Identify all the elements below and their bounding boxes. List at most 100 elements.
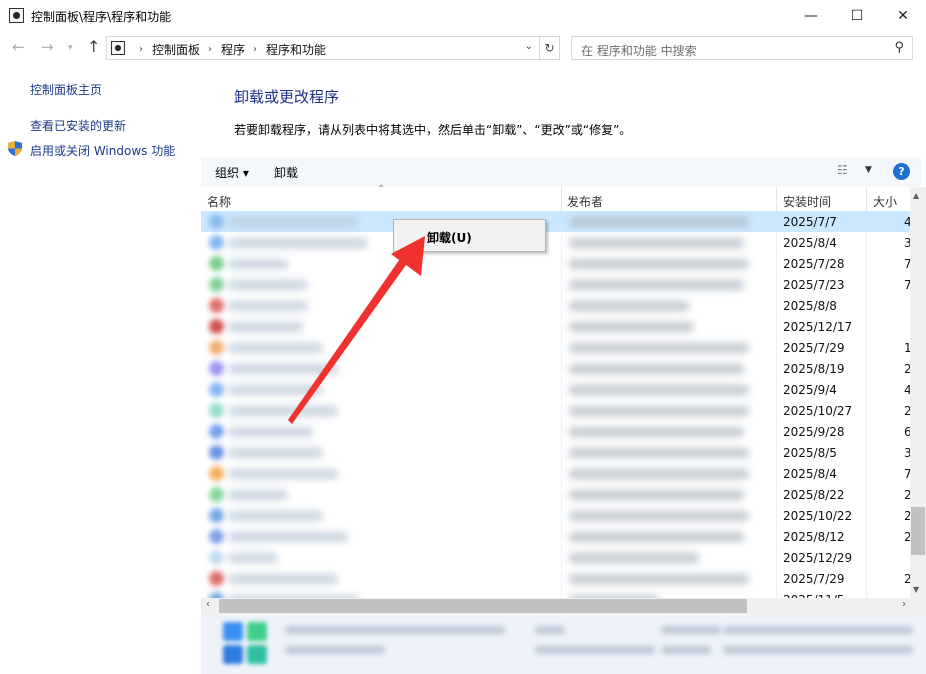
blurred-program-name (228, 238, 368, 248)
program-icon (209, 382, 224, 397)
windows-features-link[interactable]: 启用或关闭 Windows 功能 (30, 142, 175, 159)
scroll-up-icon[interactable]: ▲ (913, 191, 919, 200)
search-icon[interactable]: ⚲ (894, 40, 904, 55)
chevron-down-icon[interactable]: ⌄ (525, 41, 533, 52)
blurred-program-name (228, 280, 308, 290)
blurred-publisher (569, 301, 689, 311)
blurred-program-name (228, 343, 323, 353)
column-header-publisher[interactable]: 发布者 (567, 193, 603, 210)
blurred-publisher (569, 469, 749, 479)
table-row[interactable]: 2025/10/22 2 (201, 505, 910, 526)
table-row[interactable]: 2025/8/5 3 (201, 442, 910, 463)
chevron-right-icon[interactable]: › (253, 44, 257, 55)
install-date-cell: 2025/8/19 (783, 362, 845, 376)
control-panel-home-link[interactable]: 控制面板主页 (30, 81, 102, 98)
scroll-down-icon[interactable]: ▼ (913, 585, 919, 594)
blurred-publisher (569, 343, 749, 353)
chevron-right-icon[interactable]: › (208, 44, 212, 55)
blurred-program-name (228, 427, 313, 437)
refresh-button[interactable]: ↻ (540, 36, 560, 60)
blurred-program-name (228, 469, 338, 479)
uninstall-button[interactable]: 卸载 (274, 164, 298, 181)
breadcrumb-item[interactable]: 控制面板 (152, 41, 200, 58)
context-menu: 卸载(U) (393, 219, 546, 252)
column-divider[interactable] (776, 187, 777, 211)
table-row[interactable]: 2025/7/23 7 (201, 274, 910, 295)
table-row[interactable]: 2025/8/4 3 (201, 232, 910, 253)
blurred-publisher (569, 259, 749, 269)
breadcrumb-item[interactable]: 程序和功能 (266, 41, 326, 58)
blurred-program-name (228, 490, 288, 500)
table-row[interactable]: 2025/7/29 1 (201, 337, 910, 358)
table-row[interactable]: 2025/8/8 (201, 295, 910, 316)
table-row[interactable]: 2025/12/17 (201, 316, 910, 337)
table-row[interactable]: 2025/7/7 4 (201, 211, 910, 232)
table-row[interactable]: 2025/7/29 2 (201, 568, 910, 589)
uac-shield-icon (8, 141, 22, 156)
install-date-cell: 2025/8/4 (783, 467, 837, 481)
help-icon[interactable]: ? (893, 163, 910, 180)
minimize-button[interactable]: — (788, 0, 834, 31)
page-title: 卸载或更改程序 (234, 88, 340, 106)
column-divider[interactable] (866, 187, 867, 211)
blurred-details-text (535, 646, 655, 654)
program-list[interactable]: 2025/7/7 4 2025/8/4 3 2025/7/28 7 2025/7/23 7 20… (201, 211, 910, 598)
program-icon (209, 550, 224, 565)
maximize-button[interactable]: ☐ (834, 0, 880, 31)
chevron-right-icon[interactable]: › (139, 44, 143, 55)
table-row[interactable]: 2025/8/12 2 (201, 526, 910, 547)
program-icon (209, 424, 224, 439)
column-header-size[interactable]: 大小 (873, 193, 897, 210)
back-arrow-icon[interactable]: ← (12, 38, 25, 56)
install-date-cell: 2025/8/22 (783, 488, 845, 502)
view-details-icon[interactable]: ☷ (837, 163, 848, 177)
column-divider[interactable] (561, 187, 562, 211)
scroll-right-icon[interactable]: › (902, 599, 906, 610)
column-header-name[interactable]: 名称 (207, 193, 231, 210)
vertical-scrollbar[interactable]: ▲ ▼ (910, 187, 926, 598)
horizontal-scroll-thumb[interactable] (219, 599, 747, 613)
install-date-cell: 2025/12/29 (783, 551, 853, 565)
forward-arrow-icon[interactable]: → (41, 38, 54, 56)
view-installed-updates-link[interactable]: 查看已安装的更新 (30, 117, 126, 134)
organize-button[interactable]: 组织 ▾ (215, 164, 249, 181)
blurred-details-text (285, 626, 505, 634)
context-menu-uninstall[interactable]: 卸载(U) (427, 229, 472, 246)
program-icon (209, 361, 224, 376)
blurred-publisher (569, 574, 749, 584)
blurred-details-text (723, 626, 913, 634)
scroll-left-icon[interactable]: ‹ (206, 599, 210, 610)
close-button[interactable]: ✕ (880, 0, 926, 31)
table-row[interactable]: 2025/9/4 4 (201, 379, 910, 400)
search-input[interactable]: 在 程序和功能 中搜索 ⚲ (571, 36, 913, 60)
blurred-details-text (535, 626, 565, 634)
up-arrow-icon[interactable]: ↑ (87, 37, 100, 56)
address-bar[interactable]: › 控制面板 › 程序 › 程序和功能 ⌄ (106, 36, 540, 60)
search-placeholder: 在 程序和功能 中搜索 (581, 44, 697, 58)
table-row[interactable]: 2025/12/29 (201, 547, 910, 568)
table-row[interactable]: 2025/7/28 7 (201, 253, 910, 274)
blurred-publisher (569, 448, 749, 458)
install-date-cell: 2025/7/7 (783, 215, 837, 229)
breadcrumb-item[interactable]: 程序 (221, 41, 245, 58)
table-row[interactable]: 2025/8/19 2 (201, 358, 910, 379)
table-row[interactable]: 2025/9/28 6 (201, 421, 910, 442)
program-icon (209, 508, 224, 523)
blurred-publisher (569, 238, 744, 248)
blurred-program-name (228, 532, 348, 542)
column-header-install-date[interactable]: 安装时间 (783, 193, 831, 210)
vertical-scroll-thumb[interactable] (911, 507, 925, 555)
command-bar: 组织 ▾ 卸载 ☷ ▼ ? (201, 157, 921, 186)
recent-locations-chevron-icon[interactable]: ▾ (68, 43, 73, 53)
table-row[interactable]: 2025/10/27 2 (201, 400, 910, 421)
breadcrumb: › 控制面板 › 程序 › 程序和功能 (131, 41, 326, 58)
left-pane: 控制面板主页 查看已安装的更新 启用或关闭 Windows 功能 (0, 63, 200, 674)
table-row[interactable]: 2025/8/4 7 (201, 463, 910, 484)
blurred-details-text (661, 626, 721, 634)
table-row[interactable]: 2025/8/22 2 (201, 484, 910, 505)
horizontal-scrollbar[interactable]: ‹ › (201, 598, 910, 614)
chevron-down-icon[interactable]: ▼ (865, 165, 872, 175)
program-icon (209, 571, 224, 586)
blurred-publisher (569, 364, 744, 374)
table-row[interactable]: 2025/11/5 (201, 589, 910, 598)
